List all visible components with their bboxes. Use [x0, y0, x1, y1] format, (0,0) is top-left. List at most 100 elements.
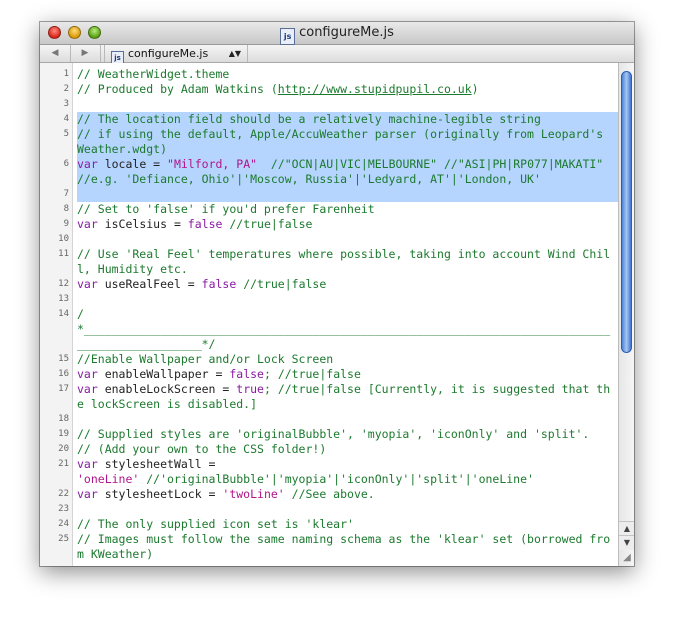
vertical-scrollbar[interactable]: ▲ ▼ ◢ — [618, 63, 634, 566]
forward-button[interactable]: ▶ — [70, 45, 101, 62]
code-line[interactable]: 22 var stylesheetLock = 'twoLine' //See a… — [40, 487, 618, 502]
code-line-text: var isCelsius = false //true|false — [77, 217, 618, 232]
code-line[interactable]: 1 // WeatherWidget.theme — [40, 67, 618, 82]
code-token: true — [236, 382, 264, 396]
line-number: 24 — [58, 519, 69, 529]
code-line[interactable]: 12 var useRealFeel = false //true|false — [40, 277, 618, 292]
line-number: 12 — [58, 279, 69, 289]
code-line[interactable]: 11 // Use 'Real Feel' temperatures where … — [40, 247, 618, 277]
line-number: 23 — [58, 504, 69, 514]
code-line[interactable]: 3 — [40, 97, 618, 112]
line-number: 3 — [63, 99, 69, 109]
code-token: //See above. — [284, 487, 375, 501]
code-line[interactable]: 17 var enableLockScreen = true; //true|fa… — [40, 382, 618, 412]
code-line[interactable]: 23 — [40, 502, 618, 517]
scrollbar-thumb[interactable] — [621, 71, 632, 353]
code-area[interactable]: 1 // WeatherWidget.theme 2 // Produced by A… — [40, 67, 618, 562]
code-token: // Produced by Adam Watkins ( — [77, 82, 278, 96]
line-number: 17 — [58, 384, 69, 394]
code-token: // The location field should be a relati… — [77, 112, 541, 126]
code-line[interactable]: 13 — [40, 292, 618, 307]
code-token: isCelsius = — [97, 217, 188, 231]
back-button[interactable]: ◀ — [40, 45, 71, 62]
code-line[interactable]: 24 // The only supplied icon set is 'klea… — [40, 517, 618, 532]
code-line-text: // Set to 'false' if you'd prefer Farenh… — [77, 202, 618, 217]
code-line[interactable]: 21 var stylesheetWall = 'oneLine' //'orig… — [40, 457, 618, 487]
line-number: 9 — [63, 219, 69, 229]
code-token: // Use 'Real Feel' temperatures where po… — [77, 247, 611, 276]
code-editor[interactable]: 1 // WeatherWidget.theme 2 // Produced by A… — [40, 63, 618, 566]
code-line[interactable]: 9 var isCelsius = false //true|false — [40, 217, 618, 232]
code-token: // Set to 'false' if you'd prefer Farenh… — [77, 202, 375, 216]
line-number: 16 — [58, 369, 69, 379]
line-number: 25 — [58, 534, 69, 544]
code-line-text: // Use 'Real Feel' temperatures where po… — [77, 247, 618, 277]
code-token: // (Add your own to the CSS folder!) — [77, 442, 327, 456]
code-line-text: // if using the default, Apple/AccuWeath… — [77, 127, 618, 157]
code-line[interactable]: 25 // Images must follow the same naming … — [40, 532, 618, 562]
code-line[interactable]: 7 — [40, 187, 618, 202]
code-line[interactable]: 18 — [40, 412, 618, 427]
code-token: var — [77, 382, 98, 396]
code-line[interactable]: 15 //Enable Wallpaper and/or Lock Screen — [40, 352, 618, 367]
line-number: 21 — [58, 459, 69, 469]
code-token[interactable]: http://www.stupidpupil.co.uk — [278, 82, 472, 96]
line-number: 5 — [63, 129, 69, 139]
code-token: false — [229, 367, 264, 381]
code-token: var — [77, 487, 98, 501]
code-line-text: // The location field should be a relati… — [77, 112, 618, 127]
resize-grip-icon[interactable]: ◢ — [619, 550, 634, 566]
code-token: "Milford, PA" — [167, 157, 258, 171]
code-token: var — [77, 457, 98, 471]
line-number: 19 — [58, 429, 69, 439]
line-number: 1 — [63, 69, 69, 79]
code-token: var — [77, 157, 98, 171]
code-token: //'originalBubble'|'myopia'|'iconOnly'|'… — [139, 472, 534, 486]
code-line-text — [77, 292, 618, 307]
code-line[interactable]: 16 var enableWallpaper = false; //true|fa… — [40, 367, 618, 382]
code-token: // Supplied styles are 'originalBubble',… — [77, 427, 590, 441]
code-line[interactable]: 2 // Produced by Adam Watkins (http://www… — [40, 82, 618, 97]
code-line[interactable]: 14 / *___________________________________… — [40, 307, 618, 352]
code-line[interactable]: 8 // Set to 'false' if you'd prefer Faren… — [40, 202, 618, 217]
code-line-text: var locale = "Milford, PA" //"OCN|AU|VIC… — [77, 157, 618, 187]
code-line-text: // Images must follow the same naming sc… — [77, 532, 618, 562]
code-line[interactable]: 19 // Supplied styles are 'originalBubble… — [40, 427, 618, 442]
code-line-text: var useRealFeel = false //true|false — [77, 277, 618, 292]
code-token: enableWallpaper = — [97, 367, 230, 381]
code-token: locale = — [97, 157, 168, 171]
code-line-text: var enableLockScreen = true; //true|fals… — [77, 382, 618, 412]
file-popup-menu[interactable]: js configureMe.js ▲▼ — [104, 45, 248, 66]
code-token: //true|false — [222, 217, 313, 231]
line-number: 7 — [63, 189, 69, 199]
code-token: useRealFeel = — [97, 277, 202, 291]
line-number: 20 — [58, 444, 69, 454]
code-line[interactable]: 10 — [40, 232, 618, 247]
window-title-text: configureMe.js — [299, 25, 394, 40]
code-token: 'oneLine' — [77, 472, 140, 486]
code-token: var — [77, 217, 98, 231]
title-bar[interactable]: js configureMe.js — [40, 22, 634, 45]
code-line[interactable]: 6 var locale = "Milford, PA" //"OCN|AU|VI… — [40, 157, 618, 187]
code-line-text: // (Add your own to the CSS folder!) — [77, 442, 618, 457]
scroll-up-arrow-icon[interactable]: ▲ — [619, 521, 634, 536]
code-line[interactable]: 5 // if using the default, Apple/AccuWeat… — [40, 127, 618, 157]
code-line-text — [77, 232, 618, 247]
code-line-text: // Supplied styles are 'originalBubble',… — [77, 427, 618, 442]
scroll-down-arrow-icon[interactable]: ▼ — [619, 535, 634, 550]
code-token: // Images must follow the same naming sc… — [77, 532, 611, 561]
code-line-text: var stylesheetLock = 'twoLine' //See abo… — [77, 487, 618, 502]
navigation-bar: ◀ ▶ js configureMe.js ▲▼ — [40, 45, 634, 66]
line-number: 18 — [58, 414, 69, 424]
file-popup-label: configureMe.js — [128, 47, 209, 60]
code-token: // WeatherWidget.theme — [77, 67, 230, 81]
code-line[interactable]: 20 // (Add your own to the CSS folder!) — [40, 442, 618, 457]
line-number: 11 — [58, 249, 69, 259]
code-token: false — [187, 217, 223, 231]
code-line-text: //Enable Wallpaper and/or Lock Screen — [77, 352, 618, 367]
line-number: 6 — [63, 159, 69, 169]
code-line[interactable]: 4 // The location field should be a relat… — [40, 112, 618, 127]
window-title: js configureMe.js — [40, 25, 634, 45]
code-line-text: // The only supplied icon set is 'klear' — [77, 517, 618, 532]
code-line-text: // WeatherWidget.theme — [77, 67, 618, 82]
